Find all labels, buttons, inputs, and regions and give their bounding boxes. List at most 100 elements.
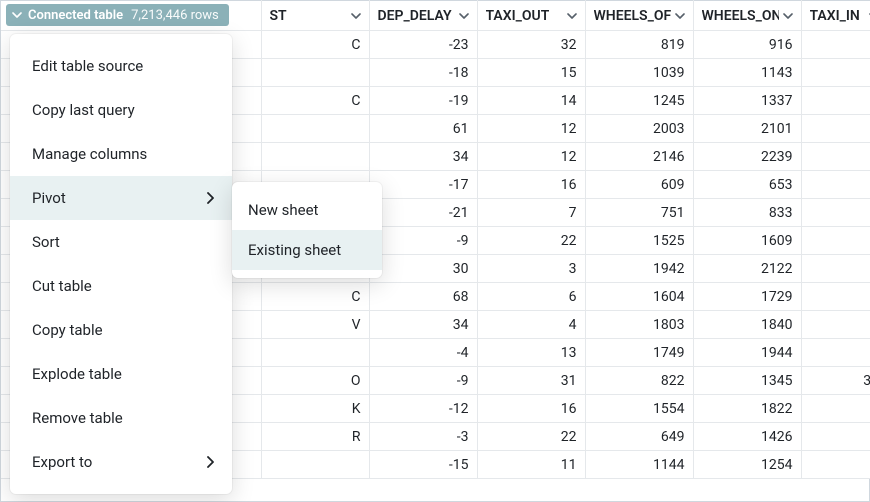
table-cell[interactable] (261, 339, 369, 367)
table-cell[interactable]: -18 (369, 59, 477, 87)
menu-item-edit-table-source[interactable]: Edit table source (10, 44, 232, 88)
table-cell[interactable]: -9 (369, 367, 477, 395)
table-cell[interactable]: -9 (369, 227, 477, 255)
table-cell[interactable]: 12 (477, 115, 585, 143)
table-cell[interactable]: -12 (369, 395, 477, 423)
table-cell[interactable]: R (261, 423, 369, 451)
table-cell[interactable]: 12 (477, 143, 585, 171)
table-cell[interactable]: 1144 (585, 451, 693, 479)
table-cell[interactable]: 61 (369, 115, 477, 143)
table-cell[interactable]: 11 (477, 451, 585, 479)
column-header[interactable]: WHEELS_OFF (585, 1, 693, 31)
menu-item-copy-last-query[interactable]: Copy last query (10, 88, 232, 132)
table-cell[interactable]: 1822 (693, 395, 801, 423)
table-cell[interactable]: 2239 (693, 143, 801, 171)
table-cell[interactable]: 916 (693, 31, 801, 59)
table-cell[interactable]: 16 (477, 171, 585, 199)
table-cell[interactable]: 22 (477, 227, 585, 255)
menu-item-pivot[interactable]: Pivot (10, 176, 232, 220)
table-cell[interactable]: 14 (477, 87, 585, 115)
table-cell[interactable]: 1337 (693, 87, 801, 115)
table-cell[interactable]: 1609 (693, 227, 801, 255)
table-cell[interactable]: -15 (369, 451, 477, 479)
table-cell[interactable]: 22 (477, 423, 585, 451)
table-cell[interactable]: 1143 (693, 59, 801, 87)
table-cell[interactable]: 649 (585, 423, 693, 451)
chevron-down-icon[interactable] (675, 11, 685, 21)
table-cell[interactable]: -21 (369, 199, 477, 227)
table-cell[interactable]: 13 (477, 339, 585, 367)
table-cell[interactable]: 1749 (585, 339, 693, 367)
table-cell[interactable] (261, 59, 369, 87)
table-cell[interactable]: 1039 (585, 59, 693, 87)
table-cell[interactable]: 1245 (585, 87, 693, 115)
column-header[interactable]: WHEELS_ON (693, 1, 801, 31)
table-cell[interactable]: 3 (801, 451, 870, 479)
table-cell[interactable]: 2 (801, 115, 870, 143)
table-cell[interactable]: 4 (801, 87, 870, 115)
table-cell[interactable]: 2003 (585, 115, 693, 143)
table-cell[interactable]: 1604 (585, 283, 693, 311)
table-cell[interactable]: 1729 (693, 283, 801, 311)
table-cell[interactable]: C (261, 283, 369, 311)
table-cell[interactable]: 2 (801, 59, 870, 87)
table-cell[interactable]: 2 (801, 227, 870, 255)
table-cell[interactable]: 653 (693, 171, 801, 199)
column-header[interactable]: TAXI_IN (801, 1, 870, 31)
table-cell[interactable]: 33 (801, 367, 870, 395)
column-header[interactable]: ST (261, 1, 369, 31)
menu-item-sort[interactable]: Sort (10, 220, 232, 264)
menu-item-explode-table[interactable]: Explode table (10, 352, 232, 396)
table-cell[interactable]: 32 (477, 31, 585, 59)
table-cell[interactable]: 5 (801, 199, 870, 227)
table-cell[interactable] (261, 115, 369, 143)
table-cell[interactable]: 31 (477, 367, 585, 395)
table-cell[interactable] (261, 451, 369, 479)
table-cell[interactable]: 2101 (693, 115, 801, 143)
table-cell[interactable]: 9 (801, 143, 870, 171)
submenu-item-existing-sheet[interactable]: Existing sheet (232, 230, 382, 270)
table-cell[interactable]: 1840 (693, 311, 801, 339)
table-cell[interactable]: 1254 (693, 451, 801, 479)
table-cell[interactable]: 9 (801, 339, 870, 367)
column-header[interactable]: DEP_DELAY (369, 1, 477, 31)
table-cell[interactable]: 30 (369, 255, 477, 283)
table-cell[interactable]: V (261, 311, 369, 339)
connected-table-tag[interactable]: Connected table 7,213,446 rows (6, 4, 229, 26)
table-cell[interactable]: 6 (477, 283, 585, 311)
table-cell[interactable]: -19 (369, 87, 477, 115)
menu-item-manage-columns[interactable]: Manage columns (10, 132, 232, 176)
table-cell[interactable]: 609 (585, 171, 693, 199)
table-cell[interactable]: 819 (585, 31, 693, 59)
menu-item-remove-table[interactable]: Remove table (10, 396, 232, 440)
table-cell[interactable]: 3 (801, 171, 870, 199)
table-cell[interactable]: 822 (585, 367, 693, 395)
table-cell[interactable]: 751 (585, 199, 693, 227)
table-cell[interactable]: 2122 (693, 255, 801, 283)
table-cell[interactable]: -23 (369, 31, 477, 59)
table-cell[interactable]: 7 (477, 199, 585, 227)
table-cell[interactable]: 1942 (585, 255, 693, 283)
table-cell[interactable]: 16 (477, 395, 585, 423)
chevron-down-icon[interactable] (567, 11, 577, 21)
table-cell[interactable]: -3 (369, 423, 477, 451)
table-cell[interactable] (261, 143, 369, 171)
table-cell[interactable]: C (261, 31, 369, 59)
table-cell[interactable]: 2146 (585, 143, 693, 171)
table-cell[interactable]: 4 (477, 311, 585, 339)
table-cell[interactable]: 1803 (585, 311, 693, 339)
table-cell[interactable]: 1345 (693, 367, 801, 395)
chevron-down-icon[interactable] (351, 11, 361, 21)
table-cell[interactable]: 3 (801, 283, 870, 311)
table-cell[interactable]: 1944 (693, 339, 801, 367)
menu-item-cut-table[interactable]: Cut table (10, 264, 232, 308)
table-cell[interactable]: C (261, 87, 369, 115)
table-cell[interactable]: O (261, 367, 369, 395)
table-cell[interactable]: 4 (801, 31, 870, 59)
table-cell[interactable]: 4 (801, 311, 870, 339)
table-cell[interactable]: 833 (693, 199, 801, 227)
menu-item-copy-table[interactable]: Copy table (10, 308, 232, 352)
table-cell[interactable]: 4 (801, 255, 870, 283)
table-cell[interactable]: K (261, 395, 369, 423)
table-cell[interactable]: 1525 (585, 227, 693, 255)
